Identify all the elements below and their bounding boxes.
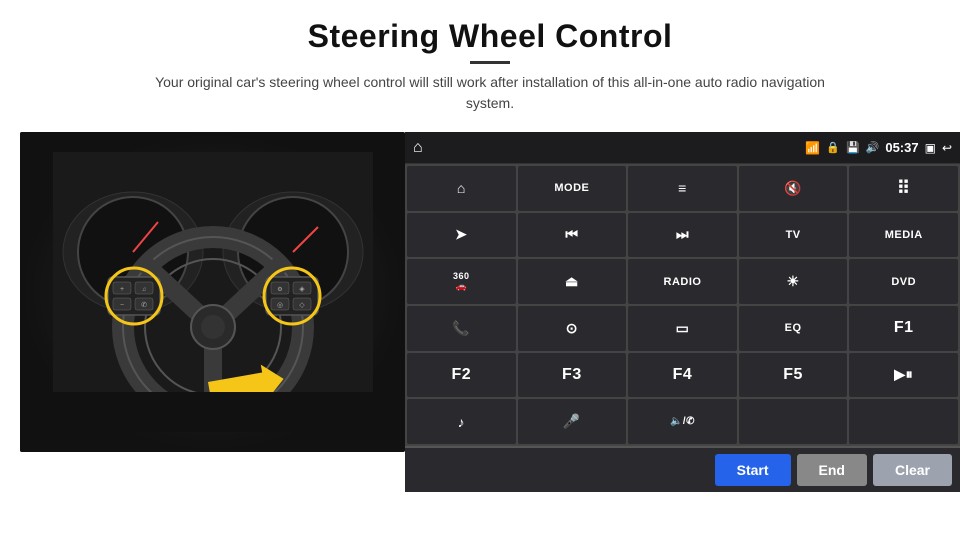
status-right: 📶 🔒 💾 🔊 05:37 ▣ ↩	[805, 140, 952, 155]
btn-send[interactable]: ➤	[407, 213, 516, 258]
page-container: Steering Wheel Control Your original car…	[0, 0, 980, 544]
title-section: Steering Wheel Control Your original car…	[150, 18, 830, 114]
title-divider	[470, 61, 510, 64]
btn-f5[interactable]: F5	[739, 353, 848, 398]
bluetooth-icon: 🔊	[866, 141, 880, 154]
steering-wheel-image: km/h RPM	[20, 132, 405, 452]
wifi-icon: 📶	[805, 141, 820, 155]
btn-f1[interactable]: F1	[849, 306, 958, 351]
steering-bg: km/h RPM	[20, 132, 405, 452]
btn-cam360[interactable]: 360🚗	[407, 259, 516, 304]
start-button[interactable]: Start	[715, 454, 791, 486]
svg-text:◇: ◇	[299, 302, 305, 309]
btn-list[interactable]: ≡	[628, 166, 737, 211]
btn-radio[interactable]: RADIO	[628, 259, 737, 304]
btn-mic[interactable]: 🎤	[518, 399, 627, 444]
status-left: ⌂	[413, 139, 423, 157]
btn-prev[interactable]: ⏮	[518, 213, 627, 258]
sd-icon: 💾	[846, 141, 860, 154]
btn-dvd[interactable]: DVD	[849, 259, 958, 304]
content-area: km/h RPM	[20, 132, 960, 492]
btn-apps[interactable]: ⠿	[849, 166, 958, 211]
screen-icon: ▣	[925, 141, 936, 155]
status-time: 05:37	[885, 140, 918, 155]
btn-empty2	[849, 399, 958, 444]
steering-wheel-svg: km/h RPM	[53, 152, 373, 432]
clear-button[interactable]: Clear	[873, 454, 952, 486]
svg-text:◈: ◈	[299, 286, 305, 293]
btn-volphone[interactable]: 🔈/✆	[628, 399, 737, 444]
status-bar: ⌂ 📶 🔒 💾 🔊 05:37 ▣ ↩	[405, 132, 960, 164]
btn-media[interactable]: MEDIA	[849, 213, 958, 258]
btn-nav[interactable]: ⌂	[407, 166, 516, 211]
button-grid: ⌂ MODE ≡ 🔇 ⠿ ➤ ⏮ ⏭ TV MEDIA 360🚗 ⏏ RADIO…	[405, 164, 960, 446]
page-title: Steering Wheel Control	[150, 18, 830, 55]
btn-music[interactable]: ♪	[407, 399, 516, 444]
btn-eject[interactable]: ⏏	[518, 259, 627, 304]
btn-empty1	[739, 399, 848, 444]
action-bar: Start End Clear	[405, 446, 960, 492]
btn-mode[interactable]: MODE	[518, 166, 627, 211]
svg-text:♫: ♫	[141, 287, 146, 293]
svg-text:⚙: ⚙	[277, 286, 282, 293]
home-icon[interactable]: ⌂	[413, 139, 423, 157]
svg-text:✆: ✆	[141, 301, 147, 309]
btn-bright[interactable]: ☀	[739, 259, 848, 304]
btn-f3[interactable]: F3	[518, 353, 627, 398]
svg-text:+: +	[119, 286, 123, 293]
btn-next[interactable]: ⏭	[628, 213, 737, 258]
btn-nav2[interactable]: ⊙	[518, 306, 627, 351]
btn-playpause[interactable]: ▶⏸	[849, 353, 958, 398]
controls-panel: ⌂ 📶 🔒 💾 🔊 05:37 ▣ ↩ ⌂ MODE ≡ 🔇	[405, 132, 960, 492]
btn-eq[interactable]: EQ	[739, 306, 848, 351]
btn-mute[interactable]: 🔇	[739, 166, 848, 211]
svg-text:◎: ◎	[276, 302, 282, 309]
svg-text:−: −	[119, 302, 123, 309]
btn-tv[interactable]: TV	[739, 213, 848, 258]
page-subtitle: Your original car's steering wheel contr…	[150, 72, 830, 114]
back-icon[interactable]: ↩	[942, 141, 952, 155]
btn-f4[interactable]: F4	[628, 353, 737, 398]
lock-icon: 🔒	[826, 141, 840, 154]
btn-f2[interactable]: F2	[407, 353, 516, 398]
end-button[interactable]: End	[797, 454, 867, 486]
btn-phone[interactable]: 📞	[407, 306, 516, 351]
btn-rect[interactable]: ▭	[628, 306, 737, 351]
